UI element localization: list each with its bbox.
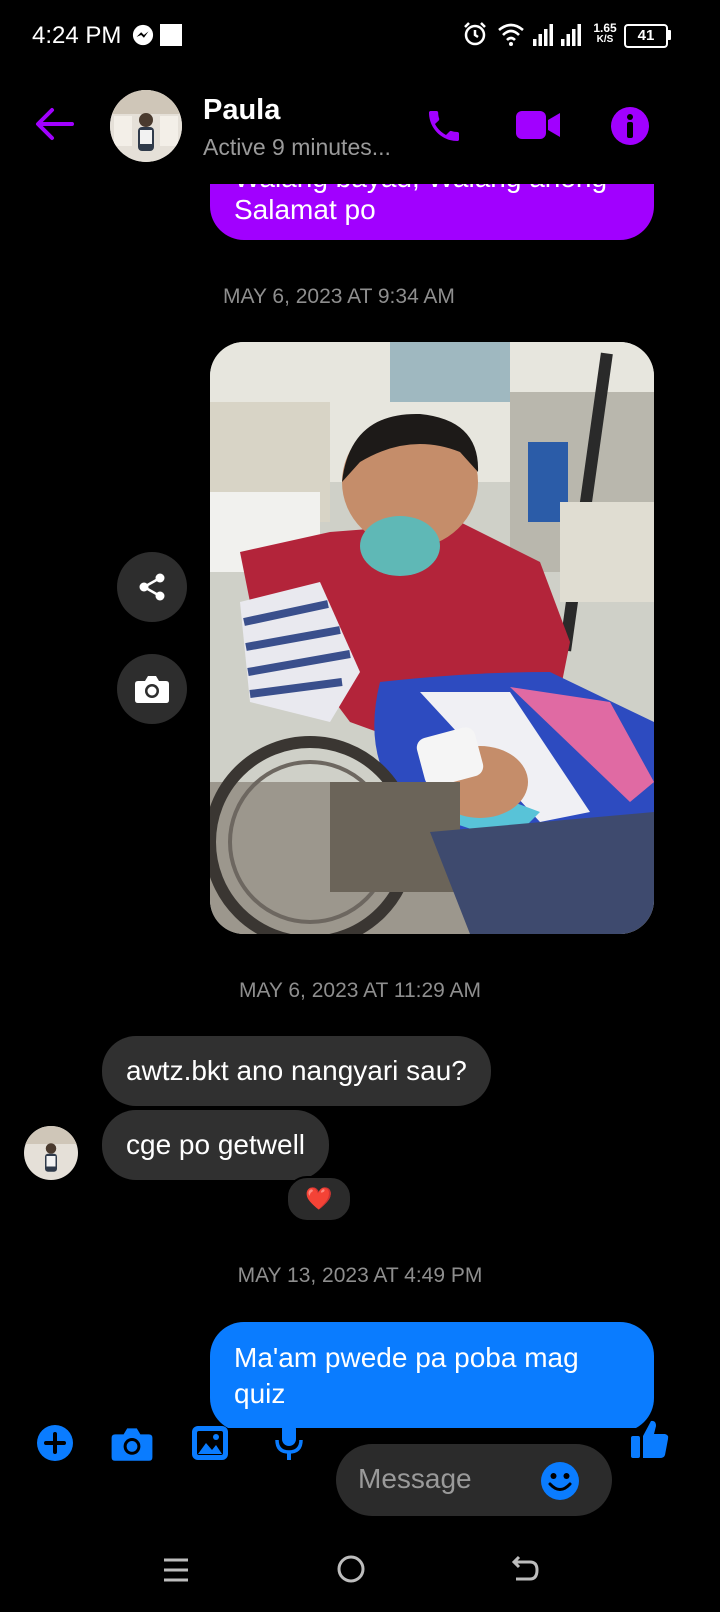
message-text: awtz.bkt ano nangyari sau? <box>126 1055 467 1086</box>
info-icon[interactable] <box>610 106 650 151</box>
network-speed-unit: K/S <box>596 34 614 45</box>
alarm-icon <box>462 21 488 52</box>
contact-avatar[interactable] <box>110 90 182 162</box>
microphone-icon[interactable] <box>274 1420 304 1467</box>
save-photo-button[interactable] <box>117 654 187 724</box>
gallery-icon[interactable] <box>190 1424 230 1467</box>
signal-icon-2 <box>560 24 582 51</box>
message-timestamp: MAY 6, 2023 AT 9:34 AM <box>223 285 455 308</box>
back-arrow-icon[interactable] <box>34 106 74 147</box>
share-button[interactable] <box>117 552 187 622</box>
incoming-message-bubble[interactable]: awtz.bkt ano nangyari sau? <box>102 1036 491 1106</box>
presence-status: Active 9 minutes... <box>203 134 391 160</box>
incoming-message-bubble[interactable]: cge po getwell <box>102 1110 330 1180</box>
network-speed: 1.65 K/S <box>591 22 619 46</box>
heart-reaction-badge[interactable]: ❤️ <box>286 1176 352 1222</box>
message-input-placeholder: Message <box>358 1463 472 1494</box>
message-text: Ma'am pwede pa poba mag <box>234 1342 579 1373</box>
network-speed-value: 1.65 <box>593 21 617 35</box>
back-nav-icon[interactable] <box>510 1554 540 1589</box>
share-icon <box>139 573 165 601</box>
menu-nav-icon[interactable] <box>162 1557 190 1588</box>
message-timestamp: MAY 13, 2023 AT 4:49 PM <box>237 1264 483 1287</box>
contact-name[interactable]: Paula <box>203 94 280 127</box>
status-time: 4:24 PM <box>32 22 122 49</box>
sender-avatar[interactable] <box>24 1126 78 1180</box>
audio-call-icon[interactable] <box>424 106 464 151</box>
message-partial-line: quiz <box>234 1378 286 1409</box>
home-nav-icon[interactable] <box>336 1554 366 1589</box>
battery-level: 41 <box>637 27 655 44</box>
messenger-notification-icon <box>132 24 154 51</box>
message-timestamp: MAY 6, 2023 AT 11:29 AM <box>238 979 482 1002</box>
conversation-header: Paula Active 9 minutes... <box>0 72 720 184</box>
system-navigation-bar <box>0 1532 720 1612</box>
outgoing-message-bubble[interactable]: Ma'am pwede pa poba mag quiz <box>210 1322 654 1432</box>
notification-square-icon <box>160 24 182 46</box>
hospital-photo-image <box>210 342 654 934</box>
thumbs-up-icon[interactable] <box>630 1418 670 1465</box>
message-text: cge po getwell <box>126 1129 306 1160</box>
heart-icon: ❤️ <box>305 1186 333 1211</box>
video-call-icon[interactable] <box>514 108 562 147</box>
status-bar: 4:24 PM 1.65 K/S 41 <box>0 0 720 72</box>
battery-tip <box>667 30 671 40</box>
battery-indicator: 41 <box>624 24 668 48</box>
camera-icon[interactable] <box>110 1426 154 1467</box>
photo-message[interactable] <box>210 342 654 934</box>
camera-icon <box>135 676 169 703</box>
message-input[interactable]: Message <box>336 1444 612 1516</box>
plus-icon[interactable] <box>36 1424 74 1467</box>
signal-icon-1 <box>532 24 554 51</box>
emoji-icon[interactable] <box>540 1461 580 1506</box>
wifi-icon <box>497 22 525 51</box>
message-text: Salamat po <box>234 194 376 225</box>
